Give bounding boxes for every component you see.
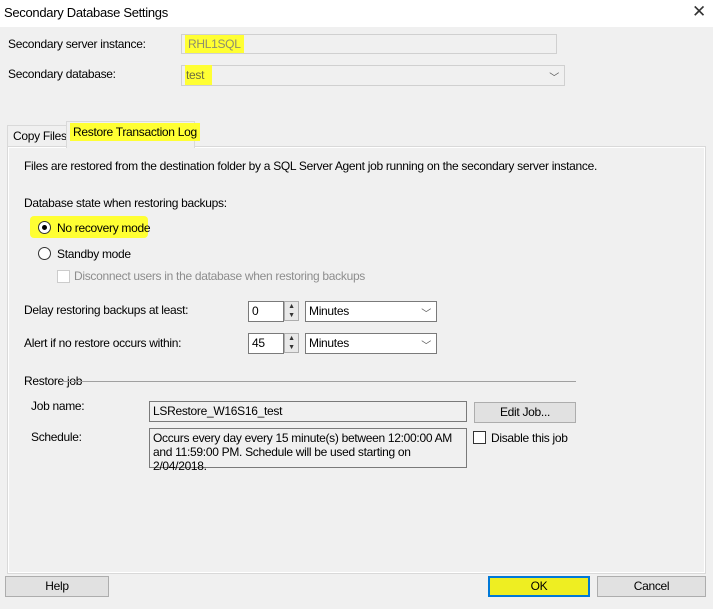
restore-tab-panel [7, 146, 706, 574]
window-title: Secondary Database Settings [4, 5, 168, 20]
ok-button[interactable]: OK [488, 576, 590, 597]
help-button[interactable]: Help [5, 576, 109, 597]
delay-unit-combo[interactable]: Minutes ﹀ [305, 301, 437, 322]
schedule-field: Occurs every day every 15 minute(s) betw… [149, 428, 467, 473]
secondary-database-combo[interactable]: test ﹀ [181, 65, 565, 86]
restore-description: Files are restored from the destination … [24, 159, 598, 173]
group-divider [62, 381, 576, 382]
tab-restore-transaction-log[interactable]: Restore Transaction Log [66, 121, 200, 148]
alert-spinner[interactable]: ▲ ▼ [284, 333, 299, 353]
chevron-down-icon: ﹀ [421, 341, 431, 352]
no-recovery-label: No recovery mode [57, 221, 151, 235]
job-name-label: Job name: [31, 399, 85, 413]
chevron-down-icon: ﹀ [549, 73, 559, 84]
no-recovery-radio[interactable] [38, 221, 51, 234]
server-instance-field: RHL1SQL [181, 34, 557, 54]
edit-job-button[interactable]: Edit Job... [474, 402, 576, 423]
standby-label: Standby mode [57, 247, 131, 261]
tab-copy-files[interactable]: Copy Files [7, 125, 67, 147]
schedule-label: Schedule: [31, 430, 82, 444]
alert-value-input[interactable]: 45 [248, 333, 284, 354]
delay-label: Delay restoring backups at least: [24, 303, 189, 317]
database-label: Secondary database: [8, 67, 116, 81]
database-state-label: Database state when restoring backups: [24, 196, 227, 210]
delay-value-input[interactable]: 0 [248, 301, 284, 322]
delay-spinner[interactable]: ▲ ▼ [284, 301, 299, 321]
standby-radio[interactable] [38, 247, 51, 260]
cancel-button[interactable]: Cancel [597, 576, 706, 597]
server-label: Secondary server instance: [8, 37, 146, 51]
alert-unit-combo[interactable]: Minutes ﹀ [305, 333, 437, 354]
disconnect-users-label: Disconnect users in the database when re… [74, 269, 366, 283]
disconnect-users-checkbox[interactable] [57, 270, 70, 283]
disable-job-checkbox[interactable] [473, 431, 486, 444]
disable-job-label: Disable this job [491, 431, 568, 445]
alert-label: Alert if no restore occurs within: [24, 336, 182, 350]
job-name-field: LSRestore_W16S16_test [149, 401, 467, 422]
chevron-down-icon: ﹀ [421, 309, 431, 320]
close-icon[interactable]: ✕ [692, 2, 706, 22]
